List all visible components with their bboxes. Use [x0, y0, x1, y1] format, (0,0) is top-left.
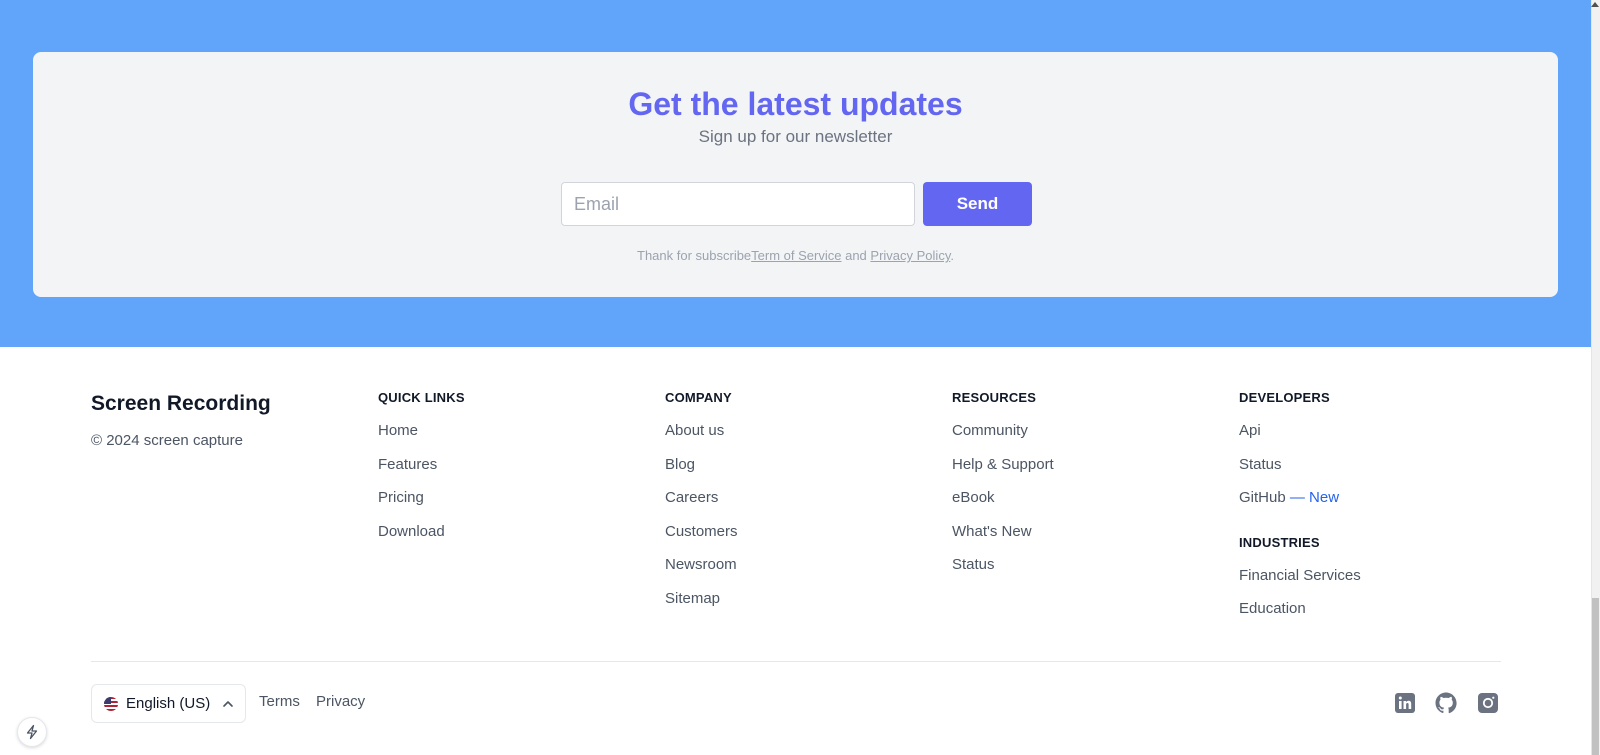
footer-link-customers[interactable]: Customers: [665, 523, 738, 540]
email-input[interactable]: [561, 182, 915, 226]
footer-link-blog[interactable]: Blog: [665, 456, 695, 473]
legal-prefix: Thank for subscribe: [637, 248, 752, 263]
footer-link-dev-status[interactable]: Status: [1239, 456, 1282, 473]
privacy-policy-link[interactable]: Privacy Policy: [870, 248, 950, 263]
github-link-label: GitHub: [1239, 489, 1286, 506]
column-heading: DEVELOPERS: [1239, 390, 1330, 405]
language-selector[interactable]: English (US): [91, 684, 246, 723]
footer-brand: Screen Recording: [91, 392, 271, 415]
footer-column-resources: RESOURCES Community Help & Support eBook…: [952, 390, 1054, 590]
footer-link-home[interactable]: Home: [378, 422, 418, 439]
footer-link-status[interactable]: Status: [952, 556, 995, 573]
column-heading: QUICK LINKS: [378, 390, 465, 405]
us-flag-icon: [104, 696, 118, 711]
footer-link-ebook[interactable]: eBook: [952, 489, 995, 506]
scroll-up-arrow-icon[interactable]: [1591, 2, 1599, 7]
newsletter-subtitle: Sign up for our newsletter: [698, 127, 893, 146]
legal-and: and: [841, 248, 871, 263]
chevron-up-icon: [222, 698, 234, 710]
footer-link-newsroom[interactable]: Newsroom: [665, 556, 737, 573]
column-heading: RESOURCES: [952, 390, 1037, 405]
column-heading-industries: INDUSTRIES: [1239, 534, 1320, 550]
github-icon[interactable]: [1434, 691, 1458, 715]
footer-link-careers[interactable]: Careers: [665, 489, 718, 506]
copyright-text: © 2024 screen capture: [91, 432, 243, 449]
footer-link-features[interactable]: Features: [378, 456, 437, 473]
footer-link-github[interactable]: GitHub — New: [1239, 489, 1339, 506]
footer-link-api[interactable]: Api: [1239, 422, 1261, 439]
instagram-icon[interactable]: [1476, 691, 1500, 715]
footer-link-pricing[interactable]: Pricing: [378, 489, 424, 506]
footer-link-community[interactable]: Community: [952, 422, 1028, 439]
new-badge: — New: [1289, 489, 1340, 506]
column-heading: COMPANY: [665, 390, 732, 405]
newsletter-card: Get the latest updates Sign up for our n…: [33, 52, 1558, 297]
privacy-link[interactable]: Privacy: [316, 693, 365, 710]
footer-link-download[interactable]: Download: [378, 523, 445, 540]
send-button[interactable]: Send: [923, 182, 1032, 226]
lightning-bolt-icon[interactable]: [17, 717, 47, 747]
newsletter-title: Get the latest updates: [628, 86, 963, 122]
footer-column-developers: DEVELOPERS Api Status GitHub — New INDUS…: [1239, 390, 1361, 634]
language-label: English (US): [126, 695, 211, 712]
footer-link-sitemap[interactable]: Sitemap: [665, 590, 720, 607]
footer-link-financial-services[interactable]: Financial Services: [1239, 567, 1361, 584]
footer-link-help-support[interactable]: Help & Support: [952, 456, 1054, 473]
newsletter-legal-text: Thank for subscribeTerm of Service and P…: [33, 248, 1558, 263]
footer-column-quick-links: QUICK LINKS Home Features Pricing Downlo…: [378, 390, 465, 556]
footer-divider: [91, 661, 1501, 662]
footer-link-whats-new[interactable]: What's New: [952, 523, 1032, 540]
terms-of-service-link[interactable]: Term of Service: [751, 248, 841, 263]
terms-link[interactable]: Terms: [259, 693, 300, 710]
footer-link-education[interactable]: Education: [1239, 600, 1306, 617]
linkedin-icon[interactable]: [1393, 691, 1417, 715]
newsletter-section: Get the latest updates Sign up for our n…: [0, 0, 1591, 347]
vertical-scrollbar[interactable]: [1591, 0, 1600, 755]
footer-column-company: COMPANY About us Blog Careers Customers …: [665, 390, 738, 623]
legal-suffix: .: [950, 248, 954, 263]
footer-link-about-us[interactable]: About us: [665, 422, 724, 439]
scrollbar-thumb[interactable]: [1592, 598, 1599, 755]
